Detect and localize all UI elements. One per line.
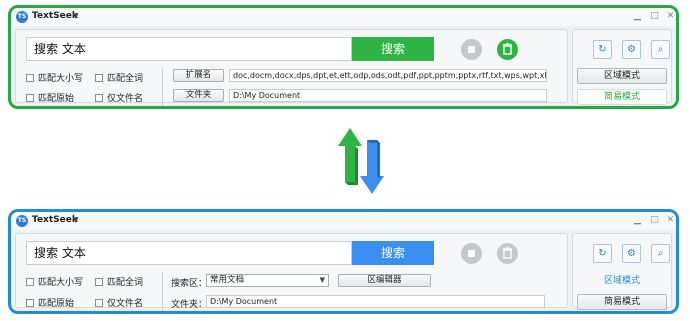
match-original-checkbox[interactable]: 匹配原始 [26,91,74,104]
search-input[interactable]: 搜索 文本 [26,241,352,265]
folder-field[interactable]: D:\My Document [206,295,545,308]
stop-icon[interactable] [461,243,482,264]
match-case-checkbox[interactable]: 匹配大小写 [26,275,83,288]
refresh-icon[interactable]: ↻ [593,244,612,263]
gear-icon[interactable]: ⚙ [622,244,641,263]
tool-panel: ↻ ⚙ ⌕ 区域模式 简易模式 [572,233,672,310]
close-icon[interactable]: ✕ [664,10,676,23]
app-logo-icon: TS [16,11,28,23]
title-bar: TS TextSeek ▼ ▁ □ ✕ [11,8,676,26]
tool-panel: ↻ ⚙ ⌕ 区域模式 简易模式 [572,29,672,105]
gear-icon[interactable]: ⚙ [622,40,641,59]
folder-label: 文件夹： [171,300,208,310]
area-mode-tab[interactable]: 区域模式 [577,274,667,290]
minimize-icon[interactable]: ▁ [631,10,644,23]
trash-icon[interactable] [497,243,518,264]
close-icon[interactable]: ✕ [664,214,676,227]
filename-only-checkbox[interactable]: 仅文件名 [95,91,143,104]
app-title: TextSeek [32,11,78,21]
divider [162,68,163,106]
search-button[interactable]: 搜索 [352,241,434,265]
search-area-select[interactable]: 常用文档 ▼ [206,274,329,287]
app-title: TextSeek [32,215,78,225]
area-mode-button[interactable]: 区域模式 [577,68,667,84]
swap-arrows-icon [338,128,384,194]
divider [162,272,163,311]
extension-button[interactable]: 扩展名 [173,69,224,82]
chevron-down-icon[interactable]: ▼ [73,216,78,224]
simple-mode-tab[interactable]: 简易模式 [577,89,667,105]
area-editor-button[interactable]: 区编辑器 [338,274,431,287]
match-whole-word-checkbox[interactable]: 匹配全词 [95,275,143,288]
app-logo-icon: TS [16,215,28,227]
folder-field[interactable]: D:\My Document [229,89,547,102]
maximize-icon[interactable]: □ [648,10,661,23]
textseek-window-simple-mode: TS TextSeek ▼ ▁ □ ✕ 搜索 文本 搜索 匹配大小写 匹配全词 … [8,5,679,109]
folder-button[interactable]: 文件夹 [173,89,224,102]
refresh-icon[interactable]: ↻ [593,40,612,59]
search-button[interactable]: 搜索 [352,37,434,61]
match-whole-word-checkbox[interactable]: 匹配全词 [95,71,143,84]
chevron-down-icon: ▼ [319,276,325,284]
maximize-icon[interactable]: □ [648,214,661,227]
magnifier-icon[interactable]: ⌕ [651,40,670,59]
search-area-label: 搜索区： [171,279,208,289]
stop-icon[interactable] [461,39,482,60]
textseek-window-area-mode: TS TextSeek ▼ ▁ □ ✕ 搜索 文本 搜索 匹配大小写 匹配全词 … [8,209,679,314]
minimize-icon[interactable]: ▁ [631,214,644,227]
magnifier-icon[interactable]: ⌕ [651,244,670,263]
extension-field[interactable]: doc,docm,docx,dps,dpt,et,ett,odp,ods,odt… [229,69,547,82]
search-panel: 搜索 文本 搜索 匹配大小写 匹配全词 匹配原始 仅文件名 搜索区： 常用文档 ▼… [15,233,568,311]
chevron-down-icon[interactable]: ▼ [73,12,78,20]
search-panel: 搜索 文本 搜索 匹配大小写 匹配全词 匹配原始 仅文件名 扩展名 doc,do… [15,29,568,106]
title-bar: TS TextSeek ▼ ▁ □ ✕ [11,212,676,230]
simple-mode-button[interactable]: 简易模式 [577,294,667,310]
match-case-checkbox[interactable]: 匹配大小写 [26,71,83,84]
filename-only-checkbox[interactable]: 仅文件名 [95,296,143,309]
search-input[interactable]: 搜索 文本 [26,37,352,61]
trash-icon[interactable] [497,39,518,60]
match-original-checkbox[interactable]: 匹配原始 [26,296,74,309]
